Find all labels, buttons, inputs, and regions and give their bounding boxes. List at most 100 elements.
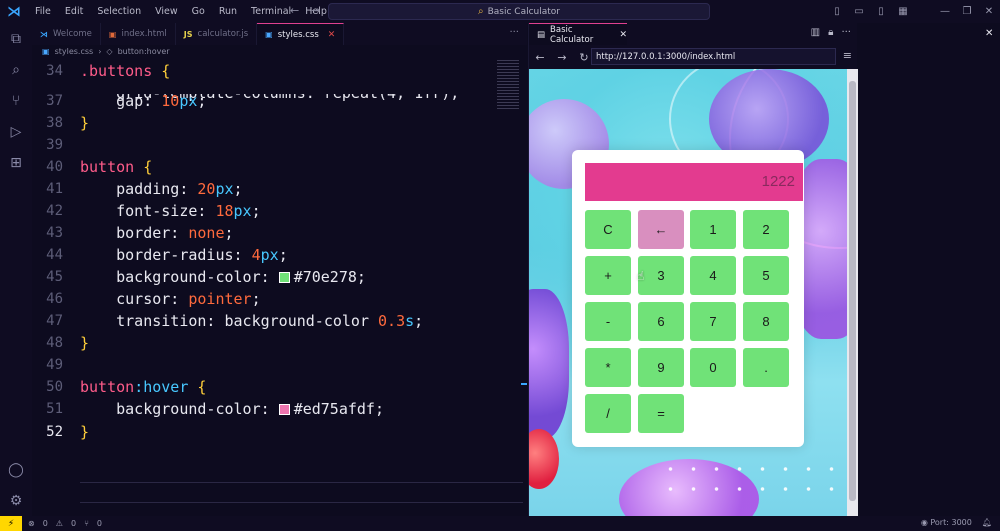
plus-button[interactable]: + [585, 256, 631, 295]
code-line: 49 [46, 357, 63, 373]
minimize-icon[interactable]: — [934, 6, 956, 17]
extensions-icon[interactable]: ⊞ [6, 153, 26, 173]
menu-run[interactable]: Run [212, 6, 244, 17]
menu-file[interactable]: File [28, 6, 58, 17]
more-actions-icon[interactable]: ··· [509, 27, 519, 38]
css-icon: ▣ [265, 30, 273, 39]
settings-gear-icon[interactable]: ⚙ [6, 491, 26, 511]
menu-go[interactable]: Go [185, 6, 212, 17]
code-line: 40 button { [46, 158, 153, 176]
html-icon: ▣ [108, 29, 117, 39]
backspace-button[interactable]: ← [638, 210, 684, 249]
scrollbar-thumb[interactable] [849, 81, 856, 501]
tab-styles-css[interactable]: ▣ styles.css ✕ [257, 23, 345, 45]
forward-arrow-icon[interactable]: → [551, 51, 573, 64]
run-debug-icon[interactable]: ▷ [6, 122, 26, 142]
customize-layout-icon[interactable]: ▦ [892, 6, 914, 17]
css-icon: ▣ [42, 47, 50, 56]
command-center[interactable]: ⌕ Basic Calculator [328, 3, 710, 20]
scrollbar[interactable] [847, 69, 858, 516]
history-nav: ← → [290, 4, 320, 17]
tab-index-html[interactable]: ▣ index.html [101, 23, 176, 45]
vscode-logo-icon: ⋊ [7, 3, 21, 20]
restore-icon[interactable]: ❐ [956, 6, 978, 17]
account-icon[interactable]: ◯ [6, 460, 26, 480]
current-line-highlight [80, 482, 523, 503]
split-editor-icon[interactable]: ▥ [811, 27, 820, 38]
code-line: 44 border-radius: 4px; [46, 246, 288, 264]
minimap[interactable] [497, 60, 519, 110]
breadcrumb-symbol-icon: ◇ [106, 47, 113, 56]
simple-browser-panel: ▤ Basic Calculator ✕ ▥ 🔒︎ ··· ← → ↻ http… [528, 23, 858, 516]
code-line: 46 cursor: pointer; [46, 290, 261, 308]
toggle-panel-icon[interactable]: ▭ [848, 6, 870, 17]
digit-4-button[interactable]: 4 [690, 256, 736, 295]
menu-edit[interactable]: Edit [58, 6, 90, 17]
digit-6-button[interactable]: 6 [638, 302, 684, 341]
color-swatch[interactable] [278, 404, 290, 415]
digit-3-button[interactable]: 3 [638, 256, 684, 295]
clear-button[interactable]: C [585, 210, 631, 249]
forward-arrow-icon[interactable]: → [311, 4, 320, 17]
calculator-display: 1222 [585, 163, 803, 201]
title-bar: ⋊ File Edit Selection View Go Run Termin… [0, 0, 1000, 23]
close-panel-icon[interactable]: ✕ [985, 28, 993, 39]
code-line: 34 .buttons { [46, 62, 171, 80]
close-window-icon[interactable]: ✕ [978, 6, 1000, 17]
digit-0-button[interactable]: 0 [690, 348, 736, 387]
url-input[interactable]: http://127.0.0.1:3000/index.html [591, 48, 836, 65]
menu-icon[interactable]: ≡ [843, 49, 852, 62]
broadcast-icon: ◉ [920, 518, 931, 527]
divide-button[interactable]: / [585, 394, 631, 433]
digit-8-button[interactable]: 8 [743, 302, 789, 341]
tab-basic-calculator[interactable]: ▤ Basic Calculator ✕ [529, 23, 627, 45]
source-control-icon[interactable]: ⑂ [6, 91, 26, 111]
search-icon: ⌕ [477, 6, 484, 17]
digit-2-button[interactable]: 2 [743, 210, 789, 249]
explorer-icon[interactable]: ⧉ [6, 29, 26, 49]
background-dots [659, 459, 847, 499]
activity-bar: ⧉ ⌕ ⑂ ▷ ⊞ ◯ ⚙ [0, 23, 32, 516]
port-status[interactable]: ◉ Port: 3000 [921, 518, 972, 527]
more-actions-icon[interactable]: ··· [841, 27, 851, 38]
digit-9-button[interactable]: 9 [638, 348, 684, 387]
breadcrumb: ▣ styles.css › ◇ button:hover [42, 47, 170, 56]
digit-5-button[interactable]: 5 [743, 256, 789, 295]
remote-icon[interactable]: ⚡ [0, 516, 22, 531]
search-view-icon[interactable]: ⌕ [6, 60, 26, 80]
tab-calculator-js[interactable]: JS calculator.js [176, 23, 258, 45]
notifications-bell-icon[interactable]: 🔔︎ [982, 518, 992, 527]
toggle-secondary-sidebar-icon[interactable]: ▯ [870, 6, 892, 17]
code-editor[interactable]: 34 .buttons { grid-template-columns: repe… [32, 60, 523, 503]
code-line: 38} [46, 114, 90, 132]
chevron-right-icon: › [98, 47, 102, 56]
digit-7-button[interactable]: 7 [690, 302, 736, 341]
browser-tab-actions: ▥ 🔒︎ ··· [811, 27, 851, 38]
decimal-button[interactable]: . [743, 348, 789, 387]
tab-welcome[interactable]: ⋊ Welcome [32, 23, 101, 45]
background-sphere [529, 429, 559, 489]
code-line: 48} [46, 334, 90, 352]
code-line: 52} [46, 423, 90, 441]
digit-1-button[interactable]: 1 [690, 210, 736, 249]
back-arrow-icon[interactable]: ← [290, 4, 299, 17]
command-center-label: Basic Calculator [487, 6, 560, 17]
close-tab-icon[interactable]: ✕ [619, 30, 627, 40]
breadcrumb-symbol[interactable]: button:hover [118, 47, 170, 56]
browser-icon: ▤ [537, 29, 546, 40]
color-swatch[interactable] [278, 272, 290, 283]
code-line: 42 font-size: 18px; [46, 202, 261, 220]
menu-view[interactable]: View [148, 6, 185, 17]
problems-status[interactable]: ⊗ 0 ⚠ 0 ⑂ 0 [28, 519, 102, 528]
equals-button[interactable]: = [638, 394, 684, 433]
back-arrow-icon[interactable]: ← [529, 51, 551, 64]
browser-viewport: 1222 C ← 1 2 + 3 4 5 - 6 7 8 * 9 0 . / =… [529, 69, 847, 516]
close-tab-icon[interactable]: ✕ [328, 30, 336, 40]
vscode-icon: ⋊ [40, 29, 48, 39]
toggle-sidebar-icon[interactable]: ▯ [826, 6, 848, 17]
breadcrumb-file[interactable]: styles.css [55, 47, 94, 56]
lock-icon[interactable]: 🔒︎ [828, 27, 833, 38]
menu-selection[interactable]: Selection [90, 6, 148, 17]
multiply-button[interactable]: * [585, 348, 631, 387]
minus-button[interactable]: - [585, 302, 631, 341]
